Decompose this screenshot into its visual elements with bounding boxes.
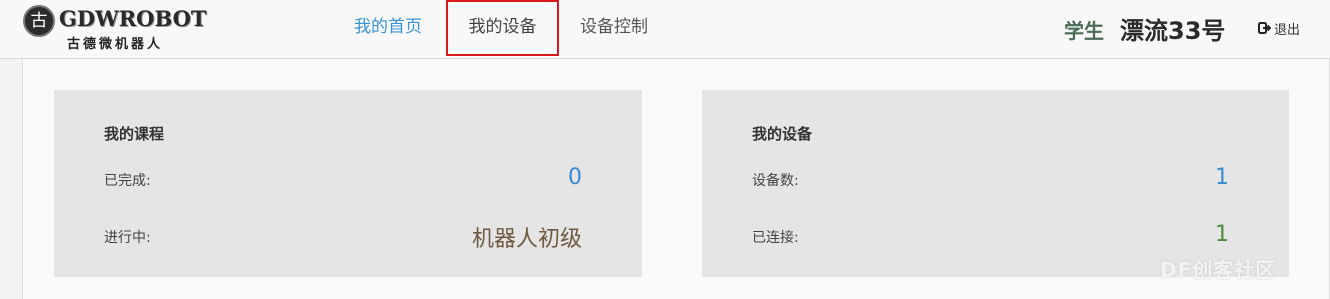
top-navbar: 古 GDWROBOT 古德微机器人 我的首页 我的设备 设备控制 学生 漂流33… xyxy=(0,0,1330,59)
courses-card: 我的课程 已完成: 0 进行中: 机器人初级 xyxy=(54,90,642,277)
logout-label: 退出 xyxy=(1274,23,1301,38)
in-progress-value[interactable]: 机器人初级 xyxy=(472,221,582,253)
devices-card: 我的设备 设备数: 1 已连接: 1 xyxy=(702,90,1289,277)
completed-label: 已完成: xyxy=(104,173,151,189)
user-name: 漂流33号 xyxy=(1120,17,1226,45)
logout-button[interactable]: 退出 xyxy=(1258,19,1300,38)
logo-emblem-icon: 古 xyxy=(23,5,55,37)
nav-my-home[interactable]: 我的首页 xyxy=(340,0,436,58)
device-count-value[interactable]: 1 xyxy=(1215,165,1229,190)
courses-card-title: 我的课程 xyxy=(104,125,165,143)
user-role-label: 学生 xyxy=(1064,19,1104,43)
completed-value[interactable]: 0 xyxy=(568,165,582,190)
logout-icon xyxy=(1258,22,1272,38)
in-progress-label: 进行中: xyxy=(104,230,151,246)
device-count-label: 设备数: xyxy=(752,173,799,189)
brand-logo[interactable]: 古 GDWROBOT 古德微机器人 xyxy=(23,5,207,53)
connected-value[interactable]: 1 xyxy=(1215,222,1229,247)
watermark: DF创客社区 xyxy=(1160,258,1277,282)
nav-device-control[interactable]: 设备控制 xyxy=(566,0,662,58)
connected-label: 已连接: xyxy=(752,230,799,246)
logo-text-cn: 古德微机器人 xyxy=(67,37,164,52)
devices-card-title: 我的设备 xyxy=(752,125,813,143)
nav-my-devices[interactable]: 我的设备 xyxy=(446,0,559,56)
logo-text-en: GDWROBOT xyxy=(59,6,207,31)
